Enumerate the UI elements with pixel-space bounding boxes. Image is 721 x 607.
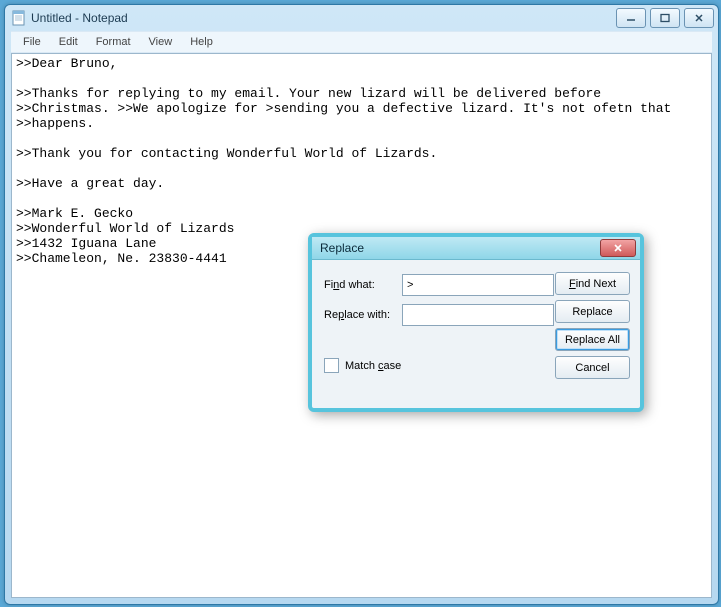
find-what-label: Find what: [324,279,402,291]
dialog-close-button[interactable] [600,239,636,257]
minimize-button[interactable] [616,8,646,28]
maximize-button[interactable] [650,8,680,28]
menubar: File Edit Format View Help [11,31,712,53]
replace-all-button[interactable]: Replace All [555,328,630,351]
menu-edit[interactable]: Edit [51,34,86,50]
dialog-title: Replace [320,241,600,255]
replace-with-input[interactable] [402,304,554,326]
notepad-icon [11,10,27,26]
menu-view[interactable]: View [141,34,181,50]
menu-format[interactable]: Format [88,34,139,50]
match-case-checkbox[interactable] [324,358,339,373]
replace-dialog: Replace Find what: Replace with: Match c… [308,233,644,412]
titlebar[interactable]: Untitled - Notepad [5,5,718,31]
find-what-input[interactable] [402,274,554,296]
window-title: Untitled - Notepad [31,11,128,25]
match-case-label: Match case [345,360,401,372]
cancel-button[interactable]: Cancel [555,356,630,379]
menu-file[interactable]: File [15,34,49,50]
replace-button[interactable]: Replace [555,300,630,323]
find-next-button[interactable]: Find Next [555,272,630,295]
close-button[interactable] [684,8,714,28]
dialog-titlebar[interactable]: Replace [312,237,640,260]
replace-with-label: Replace with: [324,309,402,321]
menu-help[interactable]: Help [182,34,221,50]
